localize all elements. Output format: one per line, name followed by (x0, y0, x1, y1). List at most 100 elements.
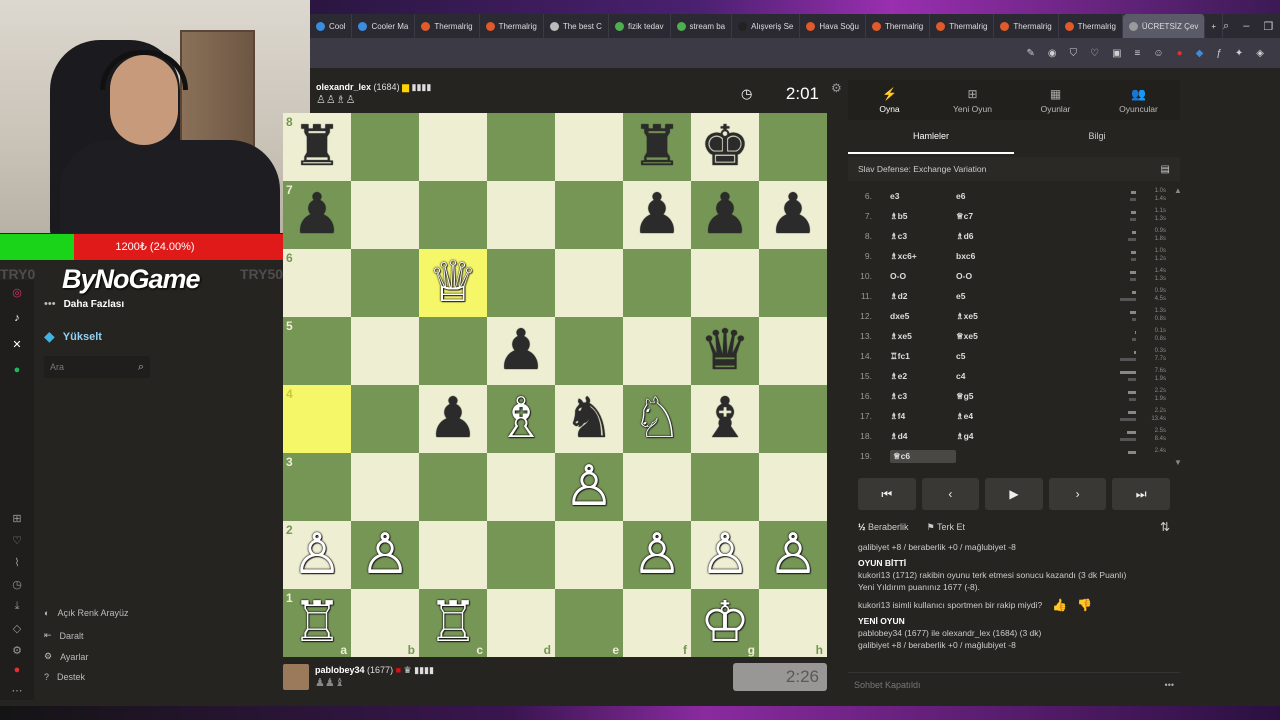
black-move[interactable]: e6 (956, 191, 1026, 201)
download-icon[interactable]: ⤓ (9, 598, 25, 614)
play-button[interactable]: ▶ (985, 478, 1043, 510)
white-move[interactable]: ♗c3 (890, 391, 956, 402)
square-c6[interactable]: ♕ (419, 249, 487, 317)
black-move[interactable]: ♕xe5 (956, 331, 1026, 342)
scroll-down-icon[interactable]: ▼ (1174, 458, 1182, 467)
black-move[interactable]: e5 (956, 291, 1026, 301)
square-g6[interactable] (691, 249, 759, 317)
square-f6[interactable] (623, 249, 691, 317)
white-piece[interactable]: ♖ (428, 595, 478, 651)
scroll-up-icon[interactable]: ▲ (1174, 186, 1182, 195)
square-h1[interactable]: h (759, 589, 827, 657)
chart-icon[interactable]: ⌇ (9, 554, 25, 570)
white-piece[interactable]: ♙ (632, 527, 682, 583)
panel-tab[interactable]: ▦ Oyunlar (1014, 80, 1097, 120)
extension-icon[interactable]: ✦ (1235, 48, 1243, 59)
square-b1[interactable]: b (351, 589, 419, 657)
square-h4[interactable] (759, 385, 827, 453)
black-move[interactable]: O-O (956, 271, 1026, 281)
square-f3[interactable] (623, 453, 691, 521)
black-move[interactable]: ♗xe5 (956, 311, 1026, 322)
black-piece[interactable]: ♛ (700, 323, 750, 379)
square-h8[interactable] (759, 113, 827, 181)
top-player-name[interactable]: olexandr_lex (316, 82, 371, 92)
board-settings-icon[interactable]: ⚙ (831, 81, 842, 95)
square-b3[interactable] (351, 453, 419, 521)
black-move[interactable]: ♗g4 (956, 431, 1026, 442)
last-move-button[interactable]: ⏭ (1112, 478, 1170, 510)
extension-icon[interactable]: ◈ (1256, 48, 1264, 59)
browser-tab[interactable]: Thermalrig (930, 14, 995, 38)
user-icon[interactable]: ☺ (1153, 48, 1163, 59)
square-e6[interactable] (555, 249, 623, 317)
spotify-icon[interactable]: ● (9, 362, 25, 378)
black-move[interactable]: ♗e4 (956, 411, 1026, 422)
square-h7[interactable]: ♟ (759, 181, 827, 249)
square-g5[interactable]: ♛ (691, 317, 759, 385)
browser-tab[interactable]: ÜCRETSİZ Çev (1122, 14, 1206, 38)
settings-icon[interactable]: ⚙ (9, 642, 25, 658)
square-f7[interactable]: ♟ (623, 181, 691, 249)
black-move[interactable]: c5 (956, 351, 1026, 361)
clock-icon[interactable]: ◷ (9, 576, 25, 592)
square-d4[interactable]: ♗ (487, 385, 555, 453)
more-menu[interactable]: ••• Daha Fazlası (44, 298, 124, 310)
square-c5[interactable] (419, 317, 487, 385)
square-d6[interactable] (487, 249, 555, 317)
thumbs-up-icon[interactable]: 👍 (1052, 599, 1067, 611)
square-c1[interactable]: ♖ c (419, 589, 487, 657)
square-a1[interactable]: ♖ 1 a (283, 589, 351, 657)
square-c4[interactable]: ♟ (419, 385, 487, 453)
square-d7[interactable] (487, 181, 555, 249)
camera-icon[interactable]: ◉ (1048, 48, 1057, 59)
cube-icon[interactable]: ▣ (1112, 48, 1121, 59)
white-move[interactable]: ♗e2 (890, 371, 956, 382)
book-icon[interactable]: ▤ (1161, 164, 1170, 175)
white-piece[interactable]: ♙ (768, 527, 818, 583)
white-move[interactable]: O-O (890, 271, 956, 281)
square-b7[interactable] (351, 181, 419, 249)
square-b5[interactable] (351, 317, 419, 385)
square-c7[interactable] (419, 181, 487, 249)
heart-icon[interactable]: ♡ (1090, 48, 1099, 59)
square-d5[interactable]: ♟ (487, 317, 555, 385)
black-piece[interactable]: ♜ (292, 119, 342, 175)
square-f5[interactable] (623, 317, 691, 385)
first-move-button[interactable]: ⏮ (858, 478, 916, 510)
square-d8[interactable] (487, 113, 555, 181)
tiktok-icon[interactable]: ♪ (9, 310, 25, 326)
extension-icon[interactable]: ● (1177, 48, 1183, 59)
panel-tab[interactable]: ⚡ Oyna (848, 80, 931, 120)
white-move[interactable]: e3 (890, 191, 956, 201)
square-b8[interactable] (351, 113, 419, 181)
black-piece[interactable]: ♟ (700, 187, 750, 243)
square-g1[interactable]: ♔ g (691, 589, 759, 657)
square-d3[interactable] (487, 453, 555, 521)
square-b2[interactable]: ♙ (351, 521, 419, 589)
square-f1[interactable]: f (623, 589, 691, 657)
square-g8[interactable]: ♚ (691, 113, 759, 181)
black-piece[interactable]: ♟ (632, 187, 682, 243)
minimize-icon[interactable]: – (1243, 20, 1249, 33)
square-e1[interactable]: e (555, 589, 623, 657)
draw-button[interactable]: ½ Beraberlik (858, 522, 909, 532)
white-move[interactable]: ♗c3 (890, 231, 956, 242)
black-move[interactable]: ♗d6 (956, 231, 1026, 242)
black-move[interactable]: ♕g5 (956, 391, 1026, 402)
white-move[interactable]: ♗d2 (890, 291, 956, 302)
square-h6[interactable] (759, 249, 827, 317)
thumbs-down-icon[interactable]: 👎 (1077, 599, 1092, 611)
square-e2[interactable] (555, 521, 623, 589)
square-g3[interactable] (691, 453, 759, 521)
square-c8[interactable] (419, 113, 487, 181)
white-piece[interactable]: ♕ (428, 255, 478, 311)
black-piece[interactable]: ♞ (564, 391, 614, 447)
x-icon[interactable]: ✕ (9, 336, 25, 352)
square-f4[interactable]: ♘ (623, 385, 691, 453)
square-a4[interactable]: 4 (283, 385, 351, 453)
square-e7[interactable] (555, 181, 623, 249)
white-move[interactable]: ♗xc6+ (890, 251, 956, 262)
search-icon[interactable]: ⌕ (1223, 20, 1229, 33)
white-piece[interactable]: ♘ (632, 391, 682, 447)
square-g7[interactable]: ♟ (691, 181, 759, 249)
